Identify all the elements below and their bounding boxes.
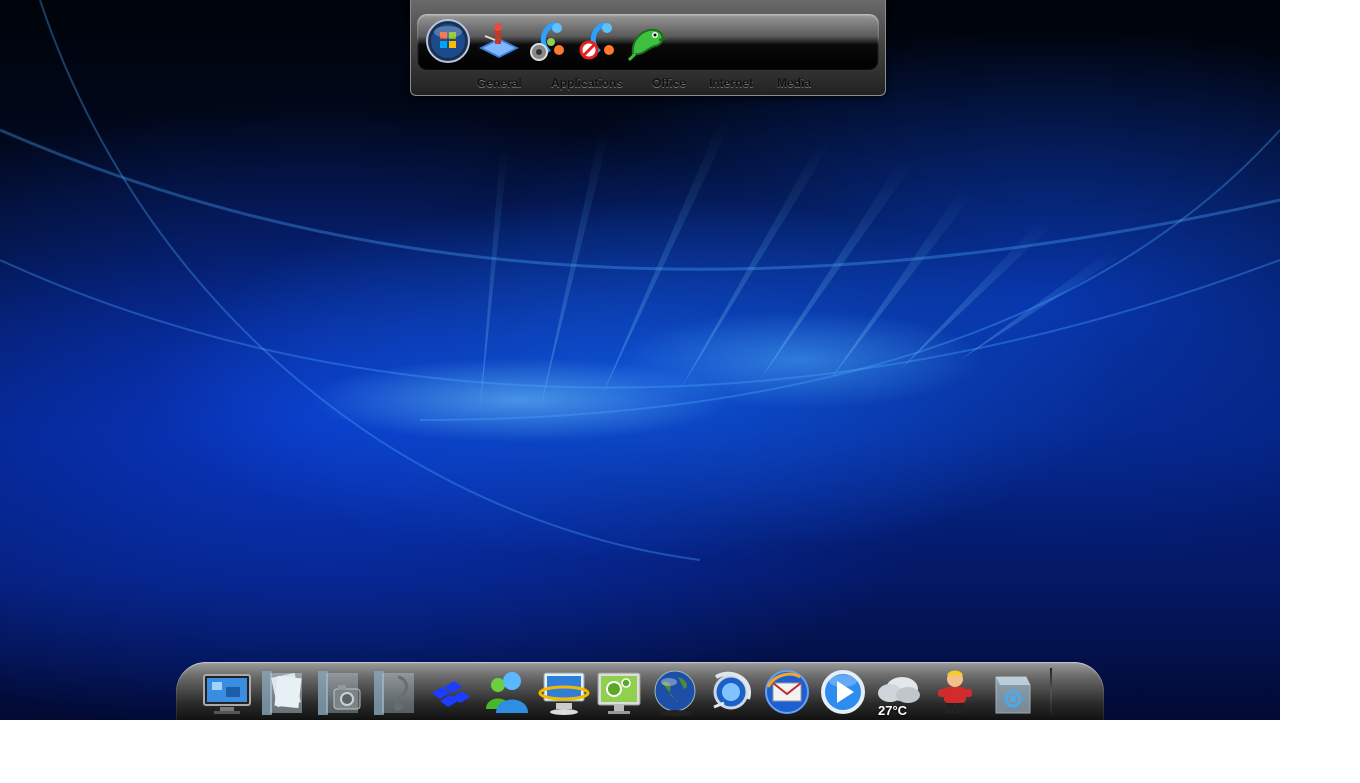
top-launcher-panel: General Applications Office Internet Med… xyxy=(410,0,886,96)
mail-icon[interactable] xyxy=(760,664,814,720)
bottom-dock: 27°C xyxy=(176,662,1104,720)
tab-general[interactable]: General xyxy=(477,76,522,90)
recycle-bin-icon[interactable] xyxy=(984,664,1038,720)
tab-applications[interactable]: Applications xyxy=(551,76,623,90)
music-folder-icon[interactable] xyxy=(368,664,422,720)
globe-icon[interactable] xyxy=(648,664,702,720)
dock-separator xyxy=(1050,668,1052,714)
network-tool-icon[interactable] xyxy=(475,18,521,64)
tab-internet[interactable]: Internet xyxy=(709,76,753,90)
tab-media[interactable]: Media xyxy=(777,76,811,90)
monitor-icon[interactable] xyxy=(200,664,254,720)
network-share-icon[interactable] xyxy=(424,664,478,720)
weather-temperature: 27°C xyxy=(878,703,908,718)
launcher-tabs: General Applications Office Internet Med… xyxy=(411,76,885,94)
documents-folder-icon[interactable] xyxy=(256,664,310,720)
gecko-lizard-icon[interactable] xyxy=(625,18,671,64)
tab-office[interactable]: Office xyxy=(652,76,686,90)
blocked-service-icon[interactable] xyxy=(575,18,621,64)
dock-icons: 27°C xyxy=(200,662,1038,720)
weather-icon[interactable]: 27°C xyxy=(872,664,926,720)
windows-start-icon[interactable] xyxy=(425,18,471,64)
messenger-icon[interactable] xyxy=(480,664,534,720)
computer-icon[interactable] xyxy=(536,664,590,720)
wallpaper-light-rays xyxy=(0,0,1280,561)
desktop-wallpaper xyxy=(0,0,1280,720)
pictures-folder-icon[interactable] xyxy=(312,664,366,720)
character-icon[interactable] xyxy=(928,664,982,720)
launcher-icons xyxy=(425,18,671,64)
control-panel-icon[interactable] xyxy=(592,664,646,720)
settings-gear-icon[interactable] xyxy=(525,18,571,64)
browser-icon[interactable] xyxy=(704,664,758,720)
media-player-icon[interactable] xyxy=(816,664,870,720)
